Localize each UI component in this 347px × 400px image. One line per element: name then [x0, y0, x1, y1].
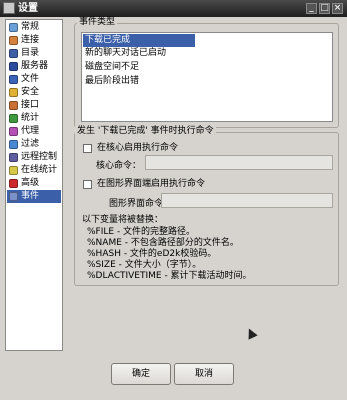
- sidebar-item-events[interactable]: 事件: [7, 190, 61, 203]
- sidebar-item-statistics[interactable]: 统计: [7, 112, 61, 125]
- filter-icon: [9, 140, 18, 149]
- event-actions-label: 发生 '下载已完成' 事件时执行命令: [75, 126, 216, 137]
- proxy-icon: [9, 127, 18, 136]
- sidebar-item-label: 文件: [21, 74, 40, 84]
- gui-command-checkbox[interactable]: [83, 180, 92, 189]
- list-item[interactable]: 最后阶段出错: [83, 75, 195, 88]
- settings-sidebar: 常规 连接 目录 服务器 文件 安全 接口 统计 代理 过滤 远程控制 在线统计…: [5, 19, 63, 351]
- list-item[interactable]: 下载已完成: [83, 34, 195, 47]
- sidebar-item-label: 常规: [21, 22, 40, 32]
- general-icon: [9, 23, 18, 32]
- close-icon[interactable]: ×: [332, 3, 343, 14]
- events-settings-panel: 事件类型 下载已完成 新的聊天对话已启动 磁盘空间不足 最后阶段出错 发生 '下…: [68, 14, 343, 351]
- variables-header: 以下变量将被替换：: [82, 215, 164, 225]
- statistics-icon: [9, 114, 18, 123]
- core-command-checkbox[interactable]: [83, 144, 92, 153]
- sidebar-item-interface[interactable]: 接口: [7, 99, 61, 112]
- variable-line: %SIZE - 文件大小（字节）。: [87, 260, 202, 270]
- sidebar-item-security[interactable]: 安全: [7, 86, 61, 99]
- sidebar-item-label: 高级: [21, 178, 40, 188]
- sidebar-item-label: 过滤: [21, 139, 40, 149]
- advanced-icon: [9, 179, 18, 188]
- sidebar-item-connection[interactable]: 连接: [7, 34, 61, 47]
- core-command-label: 核心命令：: [96, 161, 142, 171]
- sidebar-item-label: 目录: [21, 48, 40, 58]
- sidebar-item-label: 统计: [21, 113, 40, 123]
- sidebar-item-label: 代理: [21, 126, 40, 136]
- events-icon: [9, 192, 18, 201]
- sidebar-item-advanced[interactable]: 高级: [7, 177, 61, 190]
- app-icon: [3, 2, 15, 14]
- server-icon: [9, 62, 18, 71]
- core-checkbox-label: 在核心启用执行命令: [97, 143, 179, 153]
- variable-line: %NAME - 不包含路径部分的文件名。: [87, 238, 239, 248]
- sidebar-item-online-statistics[interactable]: 在线统计: [7, 164, 61, 177]
- variable-line: %FILE - 文件的完整路径。: [87, 227, 196, 237]
- sidebar-item-files[interactable]: 文件: [7, 73, 61, 86]
- core-command-field[interactable]: [145, 155, 333, 170]
- interface-icon: [9, 101, 18, 110]
- sidebar-item-label: 在线统计: [21, 165, 58, 175]
- event-types-list: 下载已完成 新的聊天对话已启动 磁盘空间不足 最后阶段出错: [81, 32, 333, 122]
- event-types-label: 事件类型: [77, 17, 118, 28]
- sidebar-item-label: 连接: [21, 35, 40, 45]
- window-title: 设置: [18, 3, 38, 14]
- maximize-icon[interactable]: □: [319, 3, 330, 14]
- sidebar-item-label: 安全: [21, 87, 40, 97]
- folder-icon: [9, 49, 18, 58]
- sidebar-item-label: 远程控制: [21, 152, 58, 162]
- online-statistics-icon: [9, 166, 18, 175]
- sidebar-item-label: 接口: [21, 100, 40, 110]
- connection-icon: [9, 36, 18, 45]
- sidebar-item-remote-control[interactable]: 远程控制: [7, 151, 61, 164]
- sidebar-item-filters[interactable]: 过滤: [7, 138, 61, 151]
- sidebar-item-proxy[interactable]: 代理: [7, 125, 61, 138]
- sidebar-item-label: 服务器: [21, 61, 49, 71]
- file-icon: [9, 75, 18, 84]
- sidebar-item-directories[interactable]: 目录: [7, 47, 61, 60]
- list-item[interactable]: 新的聊天对话已启动: [83, 47, 195, 60]
- cancel-button[interactable]: 取消: [174, 363, 234, 385]
- remote-control-icon: [9, 153, 18, 162]
- list-item[interactable]: 磁盘空间不足: [83, 61, 195, 74]
- gui-checkbox-label: 在图形界面端启用执行命令: [97, 179, 206, 189]
- sidebar-item-label: 事件: [21, 191, 40, 201]
- sidebar-item-general[interactable]: 常规: [7, 21, 61, 34]
- variable-line: %HASH - 文件的eD2k校验码。: [87, 249, 217, 259]
- variable-line: %DLACTIVETIME - 累计下载活动时间。: [87, 271, 252, 281]
- minimize-icon[interactable]: _: [306, 3, 317, 14]
- gui-command-field[interactable]: [161, 193, 333, 208]
- lock-icon: [9, 88, 18, 97]
- sidebar-item-server[interactable]: 服务器: [7, 60, 61, 73]
- ok-button[interactable]: 确定: [111, 363, 171, 385]
